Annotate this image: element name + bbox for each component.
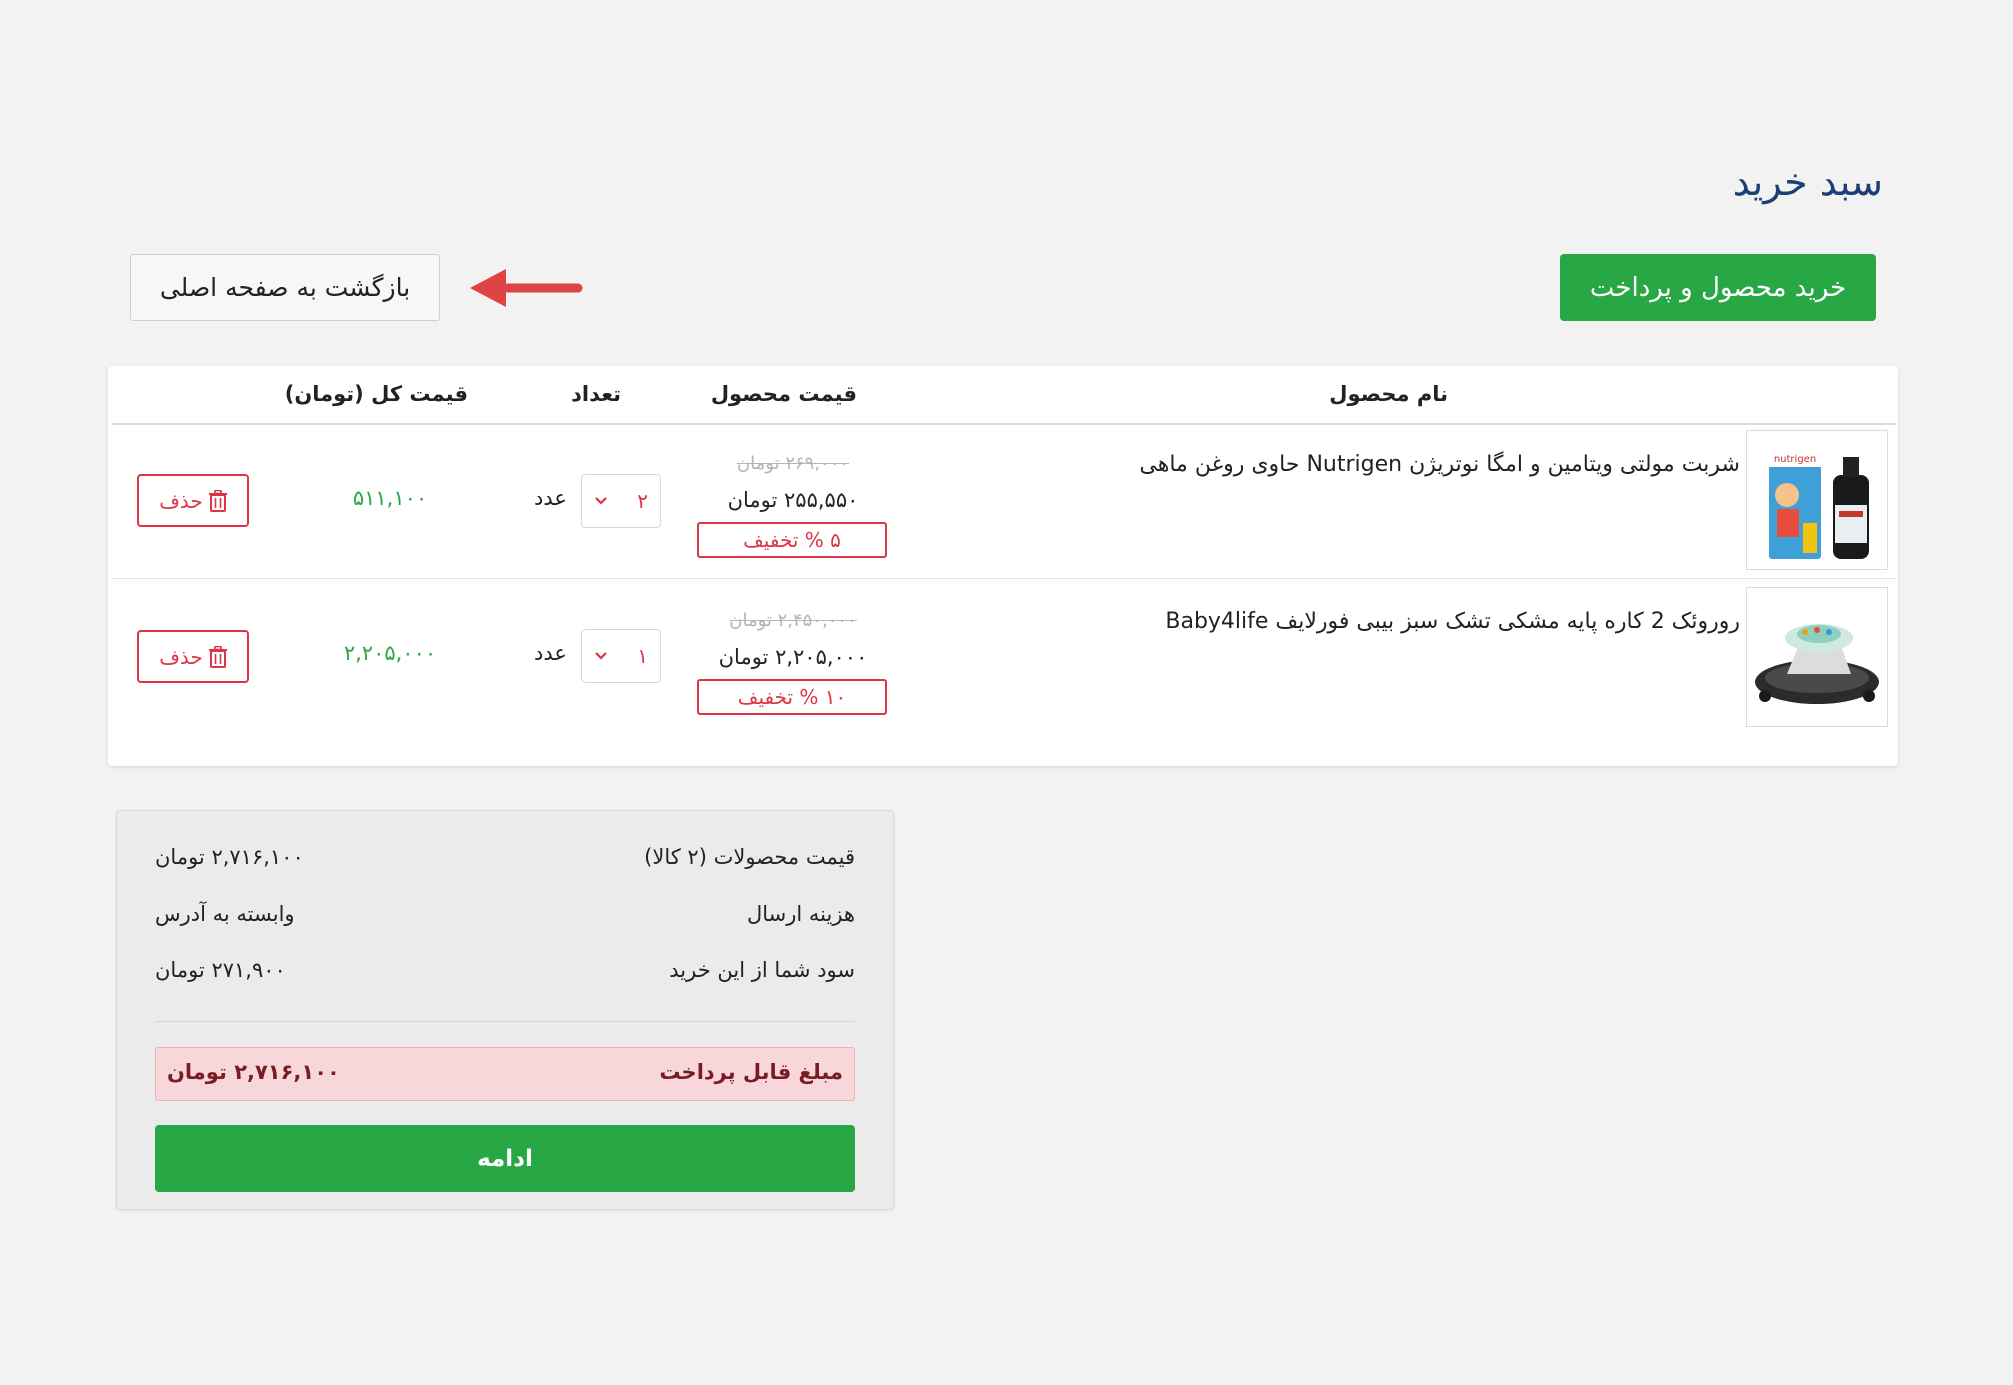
delete-label: حذف	[159, 644, 203, 669]
chevron-down-icon	[595, 652, 607, 660]
summary-shipping-value: وابسته به آدرس	[155, 902, 295, 926]
column-header-product-name: نام محصول	[1329, 382, 1448, 406]
discount-badge: ۱۰ % تخفیف	[697, 679, 887, 715]
column-header-quantity: تعداد	[571, 382, 621, 406]
product-name[interactable]: روروئک 2 کاره پایه مشکی تشک سبز بیبی فور…	[1165, 609, 1740, 634]
svg-text:nutrigen: nutrigen	[1774, 454, 1816, 465]
baby-walker-image	[1747, 588, 1887, 726]
old-price: ۲۶۹,۰۰۰ تومان	[736, 453, 850, 474]
chevron-down-icon	[595, 497, 607, 505]
page-title: سبد خرید	[1732, 160, 1883, 204]
summary-items-label: قیمت محصولات (۲ کالا)	[644, 845, 855, 869]
delete-label: حذف	[159, 488, 203, 513]
summary-savings-value: ۲۷۱,۹۰۰ تومان	[155, 958, 286, 982]
payable-label: مبلغ قابل پرداخت	[659, 1060, 843, 1084]
back-to-home-button[interactable]: بازگشت به صفحه اصلی	[130, 254, 440, 321]
summary-shipping-label: هزینه ارسال	[746, 902, 855, 926]
product-image[interactable]: nutrigen	[1746, 430, 1888, 570]
column-header-product-price: قیمت محصول	[710, 382, 857, 406]
continue-button[interactable]: ادامه	[155, 1125, 855, 1192]
column-header-total-price: قیمت کل (تومان)	[284, 382, 468, 406]
quantity-unit: عدد	[534, 641, 567, 665]
quantity-value: ۲	[637, 489, 648, 513]
new-price: ۲,۲۰۵,۰۰۰ تومان	[718, 645, 868, 669]
quantity-select[interactable]: ۱	[581, 629, 661, 683]
quantity-value: ۱	[637, 644, 648, 668]
quantity-select[interactable]: ۲	[581, 474, 661, 528]
trash-icon	[208, 489, 227, 512]
discount-badge: ۵ % تخفیف	[697, 522, 887, 558]
summary-items-value: ۲,۷۱۶,۱۰۰ تومان	[155, 845, 304, 869]
buy-and-pay-button[interactable]: خرید محصول و پرداخت	[1560, 254, 1876, 321]
syrup-bottle-image: nutrigen	[1747, 431, 1887, 569]
summary-savings-label: سود شما از این خرید	[669, 958, 855, 982]
quantity-unit: عدد	[534, 486, 567, 510]
delete-button[interactable]: حذف	[137, 630, 249, 683]
arrow-left-icon	[470, 269, 583, 307]
old-price: ۲,۴۵۰,۰۰۰ تومان	[729, 610, 857, 631]
new-price: ۲۵۵,۵۵۰ تومان	[727, 488, 859, 512]
payable-value: ۲,۷۱۶,۱۰۰ تومان	[167, 1060, 340, 1084]
row-total: ۵۱۱,۱۰۰	[352, 486, 428, 510]
header-divider	[112, 423, 1896, 425]
cart-table	[108, 366, 1898, 766]
row-divider	[112, 578, 1896, 579]
product-image[interactable]	[1746, 587, 1888, 727]
summary-divider	[155, 1021, 855, 1022]
trash-icon	[208, 645, 227, 668]
row-total: ۲,۲۰۵,۰۰۰	[343, 641, 437, 665]
product-name[interactable]: شربت مولتی ویتامین و امگا نوتریژن Nutrig…	[1139, 452, 1740, 477]
delete-button[interactable]: حذف	[137, 474, 249, 527]
